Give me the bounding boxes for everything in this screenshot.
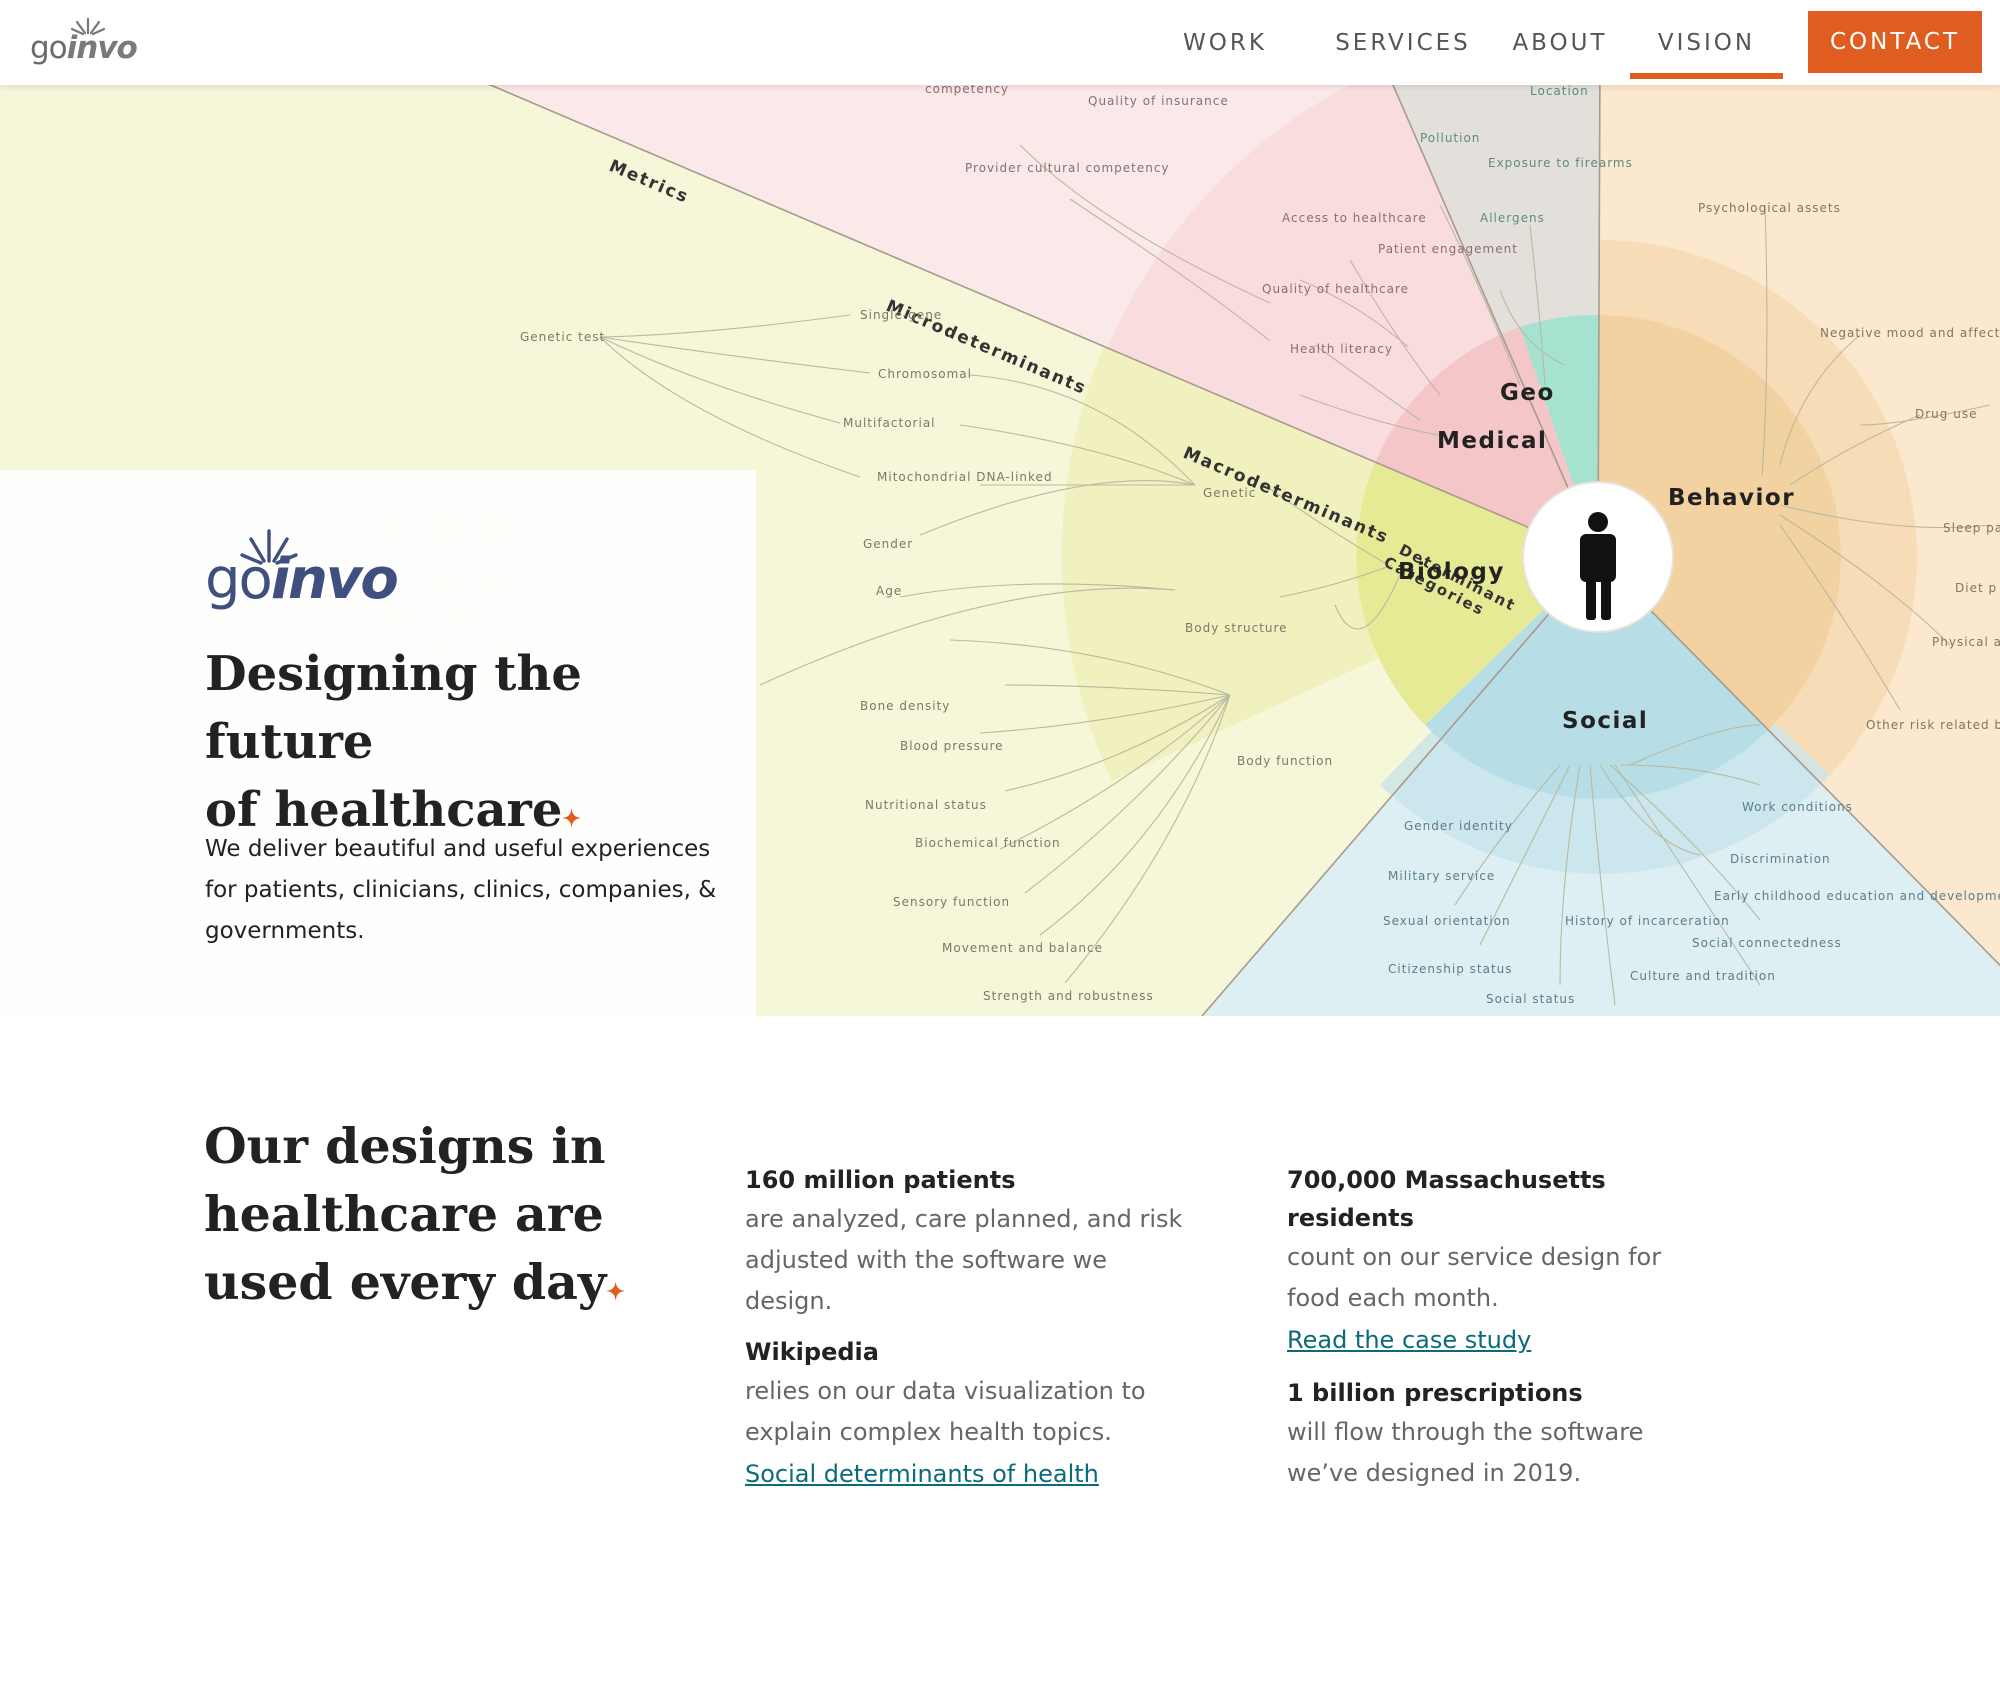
label-psychological: Psychological assets — [1698, 201, 1841, 215]
label-sleep: Sleep pa — [1943, 521, 2000, 535]
label-strength: Strength and robustness — [983, 989, 1154, 1003]
nav-about[interactable]: ABOUT — [1506, 0, 1614, 85]
stat-prescriptions: 1 billion prescriptions will flow throug… — [1287, 1374, 1717, 1494]
category-biology: Biology — [1398, 559, 1505, 585]
label-culture: Culture and tradition — [1630, 969, 1776, 983]
label-location: Location — [1530, 85, 1589, 98]
logo-wordmark: goinvo — [30, 30, 138, 66]
label-blood-pressure: Blood pressure — [900, 739, 1004, 753]
label-bone-density: Bone density — [860, 699, 950, 713]
label-mitochondrial: Mitochondrial DNA-linked — [877, 470, 1053, 484]
center-hub — [1522, 481, 1674, 633]
contact-button[interactable]: CONTACT — [1808, 11, 1982, 73]
stats-title-accent-dot: ✦ — [606, 1279, 625, 1305]
label-negative-mood: Negative mood and affects — [1820, 326, 2000, 340]
stat-prescriptions-head: 1 billion prescriptions — [1287, 1379, 1583, 1407]
logo-go-text: go — [30, 30, 68, 66]
hero-logo-go: go — [205, 547, 273, 612]
label-social-status: Social status — [1486, 992, 1575, 1006]
label-drug-use: Drug use — [1915, 407, 1977, 421]
label-military: Military service — [1388, 869, 1495, 883]
label-pollution: Pollution — [1420, 131, 1480, 145]
label-sexual-orientation: Sexual orientation — [1383, 914, 1511, 928]
hero-description: We deliver beautiful and useful experien… — [205, 836, 717, 944]
label-early-childhood: Early childhood education and developmen… — [1714, 889, 2000, 903]
label-gender-identity: Gender identity — [1404, 819, 1513, 833]
label-chromosomal: Chromosomal — [878, 367, 972, 381]
label-quality-insurance: Quality of insurance — [1088, 94, 1229, 108]
label-diet: Diet p — [1955, 581, 1997, 595]
goinvo-logo[interactable]: goinvo — [30, 16, 140, 68]
stat-patients: 160 million patients are analyzed, care … — [745, 1161, 1185, 1322]
label-discrimination: Discrimination — [1730, 852, 1831, 866]
label-gender: Gender — [863, 537, 913, 551]
hero-goinvo-logo: goinvo — [205, 525, 399, 615]
label-provider-cultural: Provider cultural competency — [965, 161, 1170, 175]
label-physical: Physical ac — [1932, 635, 2000, 649]
label-exposure: Exposure to firearms — [1488, 156, 1633, 170]
hero-logo-wordmark: goinvo — [205, 547, 399, 612]
category-behavior: Behavior — [1668, 485, 1795, 511]
hero-section: Metrics Microdeterminants Macrodetermina… — [0, 85, 2000, 1016]
hero-logo-invo: invo — [270, 547, 399, 612]
label-quality-healthcare: Quality of healthcare — [1262, 282, 1409, 296]
label-other-risk: Other risk related behaviors — [1866, 718, 2000, 732]
label-age: Age — [876, 584, 902, 598]
logo-invo-text: invo — [66, 30, 138, 66]
label-body-function: Body function — [1237, 754, 1333, 768]
stat-wikipedia-body: relies on our data visualization to expl… — [745, 1377, 1146, 1446]
stat-prescriptions-body: will flow through the software we’ve des… — [1287, 1418, 1644, 1487]
label-biochemical: Biochemical function — [915, 836, 1061, 850]
label-work-conditions: Work conditions — [1742, 800, 1853, 814]
label-social-connectedness: Social connectedness — [1692, 936, 1842, 950]
label-genetic-test: Genetic test — [520, 330, 605, 344]
label-citizenship: Citizenship status — [1388, 962, 1513, 976]
stat-massachusetts-body: count on our service design for food eac… — [1287, 1243, 1662, 1312]
label-body-structure: Body structure — [1185, 621, 1288, 635]
stat-massachusetts-head: 700,000 Massachusetts residents — [1287, 1166, 1606, 1232]
stats-title-text: Our designs in healthcare are used every… — [204, 1117, 607, 1311]
label-single-gene: Single-gene — [860, 308, 942, 322]
label-multifactorial: Multifactorial — [843, 416, 936, 430]
category-geo: Geo — [1500, 380, 1555, 406]
nav-services[interactable]: SERVICES — [1323, 0, 1483, 85]
label-health-literacy: Health literacy — [1290, 342, 1393, 356]
label-patient-engagement: Patient engagement — [1378, 242, 1518, 256]
category-social: Social — [1562, 708, 1648, 734]
site-header: goinvo WORK SERVICES ABOUT VISION CONTAC… — [0, 0, 2000, 85]
social-determinants-link[interactable]: Social determinants of health — [745, 1453, 1099, 1495]
label-competency: competency — [925, 85, 1009, 96]
label-sensory: Sensory function — [893, 895, 1010, 909]
category-medical: Medical — [1437, 428, 1547, 454]
stat-massachusetts: 700,000 Massachusetts residents count on… — [1287, 1161, 1717, 1361]
stat-wikipedia: Wikipedia relies on our data visualizati… — [745, 1333, 1185, 1495]
label-genetic: Genetic — [1203, 486, 1256, 500]
label-incarceration: History of incarceration — [1565, 914, 1730, 928]
label-movement: Movement and balance — [942, 941, 1103, 955]
stat-patients-body: are analyzed, care planned, and risk adj… — [745, 1205, 1183, 1315]
nav-vision[interactable]: VISION — [1630, 0, 1783, 85]
hero-title: Designing the future of healthcare✦ — [205, 640, 725, 853]
stat-patients-head: 160 million patients — [745, 1166, 1016, 1194]
stats-title: Our designs in healthcare are used every… — [204, 1112, 674, 1326]
read-case-study-link[interactable]: Read the case study — [1287, 1319, 1531, 1361]
label-access-healthcare: Access to healthcare — [1282, 211, 1427, 225]
hero-title-line1: Designing the future — [205, 646, 582, 770]
label-nutritional-status: Nutritional status — [865, 798, 987, 812]
label-allergens: Allergens — [1480, 211, 1545, 225]
nav-work[interactable]: WORK — [1183, 0, 1265, 85]
stat-wikipedia-head: Wikipedia — [745, 1338, 879, 1366]
